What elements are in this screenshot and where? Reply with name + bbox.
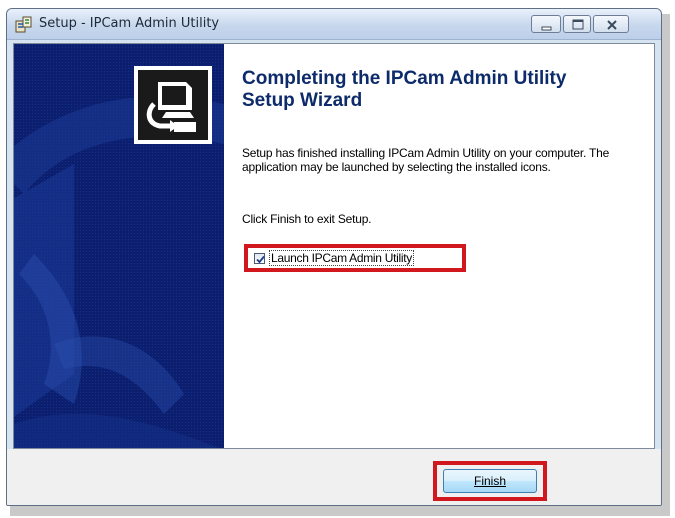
wizard-logo bbox=[134, 66, 212, 144]
window-title: Setup - IPCam Admin Utility bbox=[39, 16, 220, 31]
finish-button[interactable]: Finish bbox=[443, 469, 537, 493]
title-bar[interactable]: Setup - IPCam Admin Utility bbox=[7, 9, 661, 40]
launch-option-highlight: Launch IPCam Admin Utility bbox=[244, 244, 466, 272]
installer-icon bbox=[15, 16, 32, 33]
close-icon bbox=[607, 20, 617, 30]
wizard-page: Completing the IPCam Admin Utility Setup… bbox=[13, 43, 655, 449]
setup-window: Setup - IPCam Admin Utility Completing t… bbox=[6, 8, 662, 506]
computer-install-icon bbox=[138, 70, 208, 140]
maximize-button[interactable] bbox=[563, 15, 591, 33]
wizard-heading: Completing the IPCam Admin Utility Setup… bbox=[242, 68, 567, 111]
wizard-footer: Finish bbox=[7, 449, 661, 505]
minimize-icon bbox=[541, 26, 552, 31]
launch-checkbox[interactable] bbox=[254, 253, 265, 264]
close-button[interactable] bbox=[593, 15, 629, 33]
maximize-icon bbox=[572, 19, 584, 30]
finish-button-highlight: Finish bbox=[433, 461, 547, 501]
checkmark-icon bbox=[256, 255, 265, 264]
launch-checkbox-label[interactable]: Launch IPCam Admin Utility bbox=[269, 250, 414, 266]
finish-button-label: Finish bbox=[473, 474, 506, 488]
wizard-side-panel bbox=[14, 44, 224, 448]
wizard-description: Setup has finished installing IPCam Admi… bbox=[242, 146, 610, 174]
wizard-instruction: Click Finish to exit Setup. bbox=[242, 212, 372, 226]
minimize-button[interactable] bbox=[531, 15, 561, 33]
